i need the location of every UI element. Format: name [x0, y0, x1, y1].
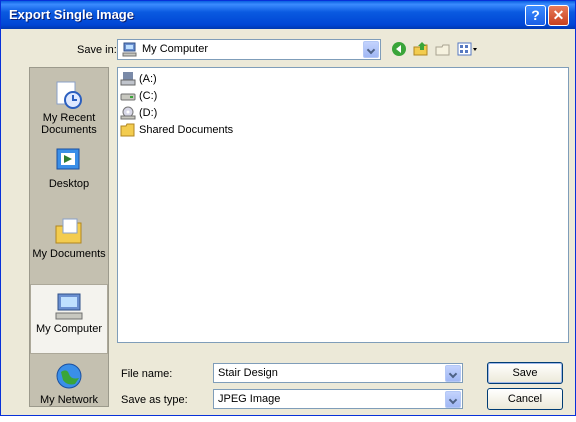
save-as-type-label: Save as type:	[121, 394, 188, 406]
window-title: Export Single Image	[9, 7, 134, 22]
file-list[interactable]: (A:) (C:) (D:) Shared Documents	[117, 67, 569, 343]
list-item[interactable]: (A:)	[120, 72, 157, 88]
file-name-value: Stair Design	[218, 367, 278, 379]
chevron-down-icon[interactable]	[445, 365, 461, 382]
save-in-value: My Computer	[142, 43, 209, 55]
save-button[interactable]: Save	[487, 362, 563, 384]
help-button[interactable]: ?	[525, 5, 546, 26]
my-computer-icon	[55, 293, 83, 320]
export-dialog: Export Single Image ? ✕ Save in: My Comp…	[0, 0, 576, 416]
folder-icon	[120, 123, 135, 137]
up-folder-icon[interactable]	[413, 41, 429, 57]
place-label: My Recent Documents	[41, 112, 97, 136]
my-computer-icon	[122, 42, 137, 57]
places-bar: My Recent Documents Desktop My Documents…	[29, 67, 109, 407]
item-label: (C:)	[139, 89, 158, 102]
place-label: My Computer	[35, 323, 103, 335]
place-my-recent-documents[interactable]: My Recent Documents	[30, 74, 108, 140]
list-item[interactable]: (D:)	[120, 106, 157, 122]
list-item[interactable]: Shared Documents	[120, 123, 233, 139]
my-network-icon	[56, 363, 82, 389]
new-folder-icon[interactable]	[435, 41, 451, 57]
back-arrow-icon[interactable]	[391, 41, 407, 57]
item-label: Shared Documents	[139, 123, 234, 136]
floppy-drive-icon	[120, 72, 136, 86]
my-documents-icon	[55, 218, 82, 244]
close-button[interactable]: ✕	[548, 5, 569, 26]
place-label: Desktop	[48, 178, 90, 190]
place-my-documents[interactable]: My Documents	[30, 210, 108, 276]
place-label: My Documents	[32, 248, 106, 260]
save-in-label: Save in:	[77, 44, 117, 56]
view-menu-icon[interactable]	[457, 41, 479, 57]
place-label: My Network	[39, 394, 99, 406]
save-in-dropdown[interactable]: My Computer	[117, 39, 381, 60]
chevron-down-icon[interactable]	[363, 41, 379, 58]
cd-drive-icon	[120, 106, 136, 120]
place-desktop[interactable]: Desktop	[30, 140, 108, 206]
item-label: (D:)	[139, 106, 158, 119]
hard-drive-icon	[120, 93, 136, 101]
item-label: (A:)	[139, 72, 157, 85]
place-my-computer[interactable]: My Computer	[30, 284, 108, 354]
recent-documents-icon	[56, 81, 82, 109]
save-as-type-dropdown[interactable]: JPEG Image	[213, 389, 463, 409]
save-as-type-value: JPEG Image	[218, 393, 281, 405]
chevron-down-icon[interactable]	[445, 391, 461, 408]
list-item[interactable]: (C:)	[120, 89, 157, 105]
file-name-input[interactable]: Stair Design	[213, 363, 463, 383]
file-name-label: File name:	[121, 368, 173, 380]
title-bar[interactable]: Export Single Image ? ✕	[1, 1, 575, 29]
place-my-network[interactable]: My Network	[30, 356, 108, 422]
desktop-icon	[56, 148, 80, 170]
cancel-button[interactable]: Cancel	[487, 388, 563, 410]
